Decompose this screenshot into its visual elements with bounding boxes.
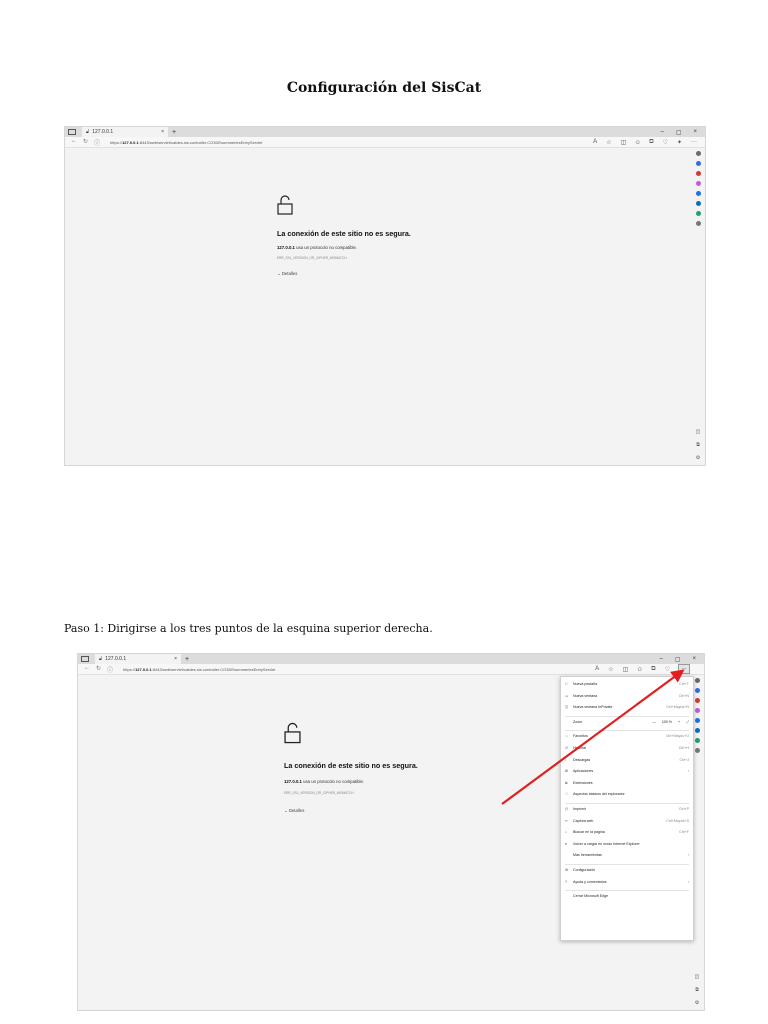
address-bar: ← ↻ ⓘ https://127.0.0.1:8443/swb/servlet… <box>65 137 705 148</box>
tab-title: 127.0.0.1 <box>92 129 114 135</box>
details-label: Detalles <box>281 271 298 276</box>
favorites-icon[interactable]: ✩ <box>635 139 640 146</box>
url-host: 127.0.0.1 <box>122 139 139 145</box>
browser-tab[interactable]: 🔓︎ 127.0.0.1 × <box>82 127 168 137</box>
tab-bar: 🔓︎ 127.0.0.1 × + – ▢ × <box>65 127 705 137</box>
url-path: :8443/swb/servlet/catdes.sis.controller.… <box>138 139 263 145</box>
outlook-icon[interactable] <box>695 201 701 206</box>
refresh-button[interactable]: ↻ <box>83 138 88 147</box>
games-icon[interactable] <box>695 181 701 186</box>
browser-screenshot-1: 🔓︎ 127.0.0.1 × + – ▢ × ← ↻ ⓘ https://127… <box>64 126 706 466</box>
url-prefix: https:// <box>110 139 123 145</box>
document-title: Configuración del SisCat <box>286 80 482 96</box>
lock-icon <box>277 195 293 215</box>
step-1-instruction: Paso 1: Dirigirse a los tres puntos de l… <box>64 622 433 635</box>
error-code: ERR_SSL_VERSION_OR_CIPHER_MISMATCH <box>277 256 347 260</box>
more-icon[interactable]: ··· <box>691 139 697 146</box>
error-content: La conexión de este sitio no es segura. … <box>277 195 411 277</box>
shopping-icon[interactable] <box>695 161 701 166</box>
annotation-arrow <box>501 669 685 805</box>
edge-sidebar: ◫ ⧉ ⚙ <box>691 147 705 465</box>
browser-essentials-icon[interactable]: ♡ <box>663 139 668 146</box>
external-link-icon[interactable]: ⧉ <box>696 442 700 448</box>
split-screen-icon[interactable]: ◫ <box>621 139 627 146</box>
read-aloud-icon[interactable]: A <box>593 139 597 146</box>
drop-icon[interactable] <box>695 211 701 216</box>
tools-icon[interactable] <box>695 171 701 176</box>
microsoft365-icon[interactable] <box>695 191 701 196</box>
minimize-button[interactable]: – <box>660 129 663 136</box>
details-toggle[interactable]: ⌄ Detalles <box>277 271 411 277</box>
collections-icon[interactable]: ⧉ <box>649 139 653 146</box>
chevron-down-icon: ⌄ <box>277 271 281 276</box>
error-subtext: 127.0.0.1 usa un protocolo no compatible… <box>277 245 411 250</box>
new-tab-button[interactable]: + <box>172 129 176 136</box>
site-info-icon[interactable]: ⓘ <box>94 138 100 147</box>
search-icon[interactable] <box>695 151 701 156</box>
add-icon[interactable] <box>695 221 701 226</box>
favorite-star-icon[interactable]: ☆ <box>606 139 611 146</box>
settings-icon[interactable]: ⚙ <box>696 455 700 461</box>
browser-screenshot-2: 🔓︎ 127.0.0.1 × + – ▢ × ← ↻ ⓘ https://127… <box>77 653 705 1011</box>
back-button[interactable]: ← <box>71 138 77 147</box>
extensions-icon[interactable]: ✦ <box>677 139 682 146</box>
maximize-button[interactable]: ▢ <box>676 129 682 136</box>
warning-lock-icon: 🔓︎ <box>86 129 90 135</box>
error-reason: usa un protocolo no compatible. <box>296 245 358 250</box>
close-window-button[interactable]: × <box>693 129 697 136</box>
tab-close-icon[interactable]: × <box>161 129 164 135</box>
tab-actions-icon[interactable] <box>68 129 76 135</box>
error-heading: La conexión de este sitio no es segura. <box>277 229 411 238</box>
hide-sidebar-icon[interactable]: ◫ <box>696 429 701 435</box>
url-field[interactable]: https://127.0.0.1:8443/swb/servlet/catde… <box>110 140 262 145</box>
error-host: 127.0.0.1 <box>277 245 295 250</box>
